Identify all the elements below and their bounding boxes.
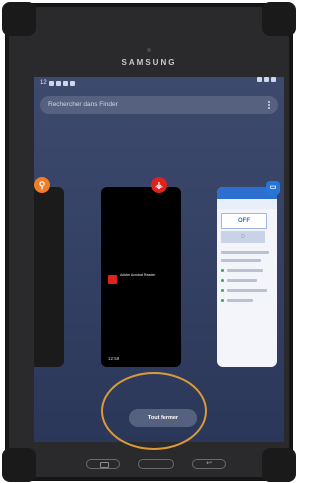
app-icon-right[interactable]: ▭ (266, 181, 280, 195)
notification-icon (69, 80, 75, 86)
secondary-button: D (221, 231, 265, 243)
search-placeholder: Rechercher dans Finder (48, 101, 118, 108)
notification-icon (62, 80, 68, 86)
home-button[interactable] (138, 459, 174, 469)
recent-app-card-acrobat[interactable]: Adobe Acrobat Reader 12:58 (101, 187, 181, 367)
recent-apps-icon (100, 462, 109, 468)
app-subheader (217, 199, 277, 209)
splash-clock: 12:58 (108, 356, 120, 361)
status-dot (221, 269, 224, 272)
battery-icon (271, 77, 276, 82)
recent-apps-button[interactable] (86, 459, 120, 469)
status-bar: 12 (34, 77, 284, 89)
bumper-bottom-left (2, 448, 36, 482)
brand-logo: SAMSUNG (121, 58, 177, 67)
status-right (257, 77, 276, 82)
notification-icon (55, 80, 61, 86)
close-all-button[interactable]: Tout fermer (129, 409, 197, 427)
text-line (221, 259, 261, 262)
notification-icon (48, 80, 54, 86)
text-line (227, 269, 263, 272)
back-button[interactable]: ↩ (192, 459, 226, 469)
status-dot (221, 289, 224, 292)
app-icon-left[interactable]: ⚲ (34, 177, 50, 193)
status-dot (221, 299, 224, 302)
navigation-bar: ↩ (76, 456, 236, 472)
more-options-icon[interactable] (268, 101, 270, 109)
bumper-top-right (262, 2, 296, 36)
text-line (227, 289, 267, 292)
wifi-icon (257, 77, 262, 82)
text-line (221, 251, 269, 254)
signal-icon (264, 77, 269, 82)
acrobat-app-name: Adobe Acrobat Reader (120, 273, 156, 277)
text-line (227, 299, 253, 302)
text-line (227, 279, 257, 282)
bumper-top-left (2, 2, 36, 36)
acrobat-logo (108, 275, 117, 284)
status-time: 12 (40, 80, 47, 86)
finder-search-input[interactable]: Rechercher dans Finder (40, 96, 278, 114)
status-dot (221, 279, 224, 282)
recent-app-card-right[interactable]: OFF D (217, 187, 277, 367)
off-toggle: OFF (221, 213, 267, 229)
recents-screen: 12 Rechercher dans Finder ⚲ Adobe Acroba… (34, 77, 284, 442)
recent-app-card-left[interactable] (34, 187, 64, 367)
tablet-frame: SAMSUNG 12 Rechercher dans Finder ⚲ Adob… (2, 2, 296, 482)
back-icon: ↩ (206, 460, 212, 467)
acrobat-icon[interactable]: ⚶ (151, 177, 167, 193)
status-left: 12 (40, 77, 75, 89)
front-camera (147, 48, 151, 52)
bumper-bottom-right (262, 448, 296, 482)
